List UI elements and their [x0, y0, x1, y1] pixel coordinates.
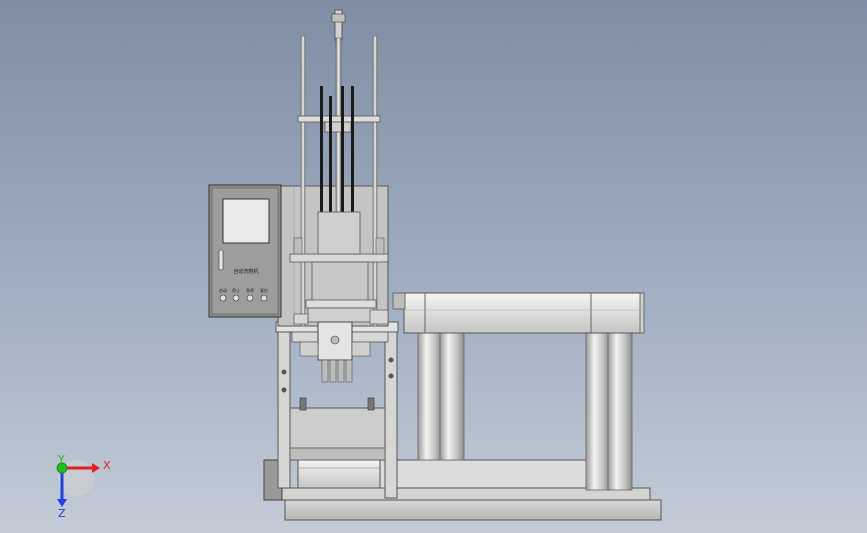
y-axis-label: Y	[57, 453, 65, 466]
panel-handle	[218, 249, 224, 271]
panel-label: 自动洗鞋机	[233, 268, 258, 275]
svg-text:复位: 复位	[260, 287, 268, 293]
machine-model[interactable]: 自动洗鞋机 启动 停止 急停 复位 X Y Z	[0, 0, 867, 533]
upper-turntable	[392, 292, 645, 334]
control-panel[interactable]: 自动洗鞋机 启动 停止 急停 复位	[208, 184, 282, 318]
svg-text:急停: 急停	[246, 287, 254, 293]
hmi-screen	[222, 198, 270, 244]
lower-turntable	[297, 459, 591, 489]
z-axis-label: Z	[58, 507, 66, 520]
svg-text:启动: 启动	[219, 287, 227, 293]
cad-viewport[interactable]: 自动洗鞋机 启动 停止 急停 复位 X Y Z	[0, 0, 867, 533]
x-axis-label: X	[103, 459, 111, 472]
coordinate-triad: X Y Z	[56, 453, 111, 520]
svg-text:停止: 停止	[232, 287, 240, 293]
